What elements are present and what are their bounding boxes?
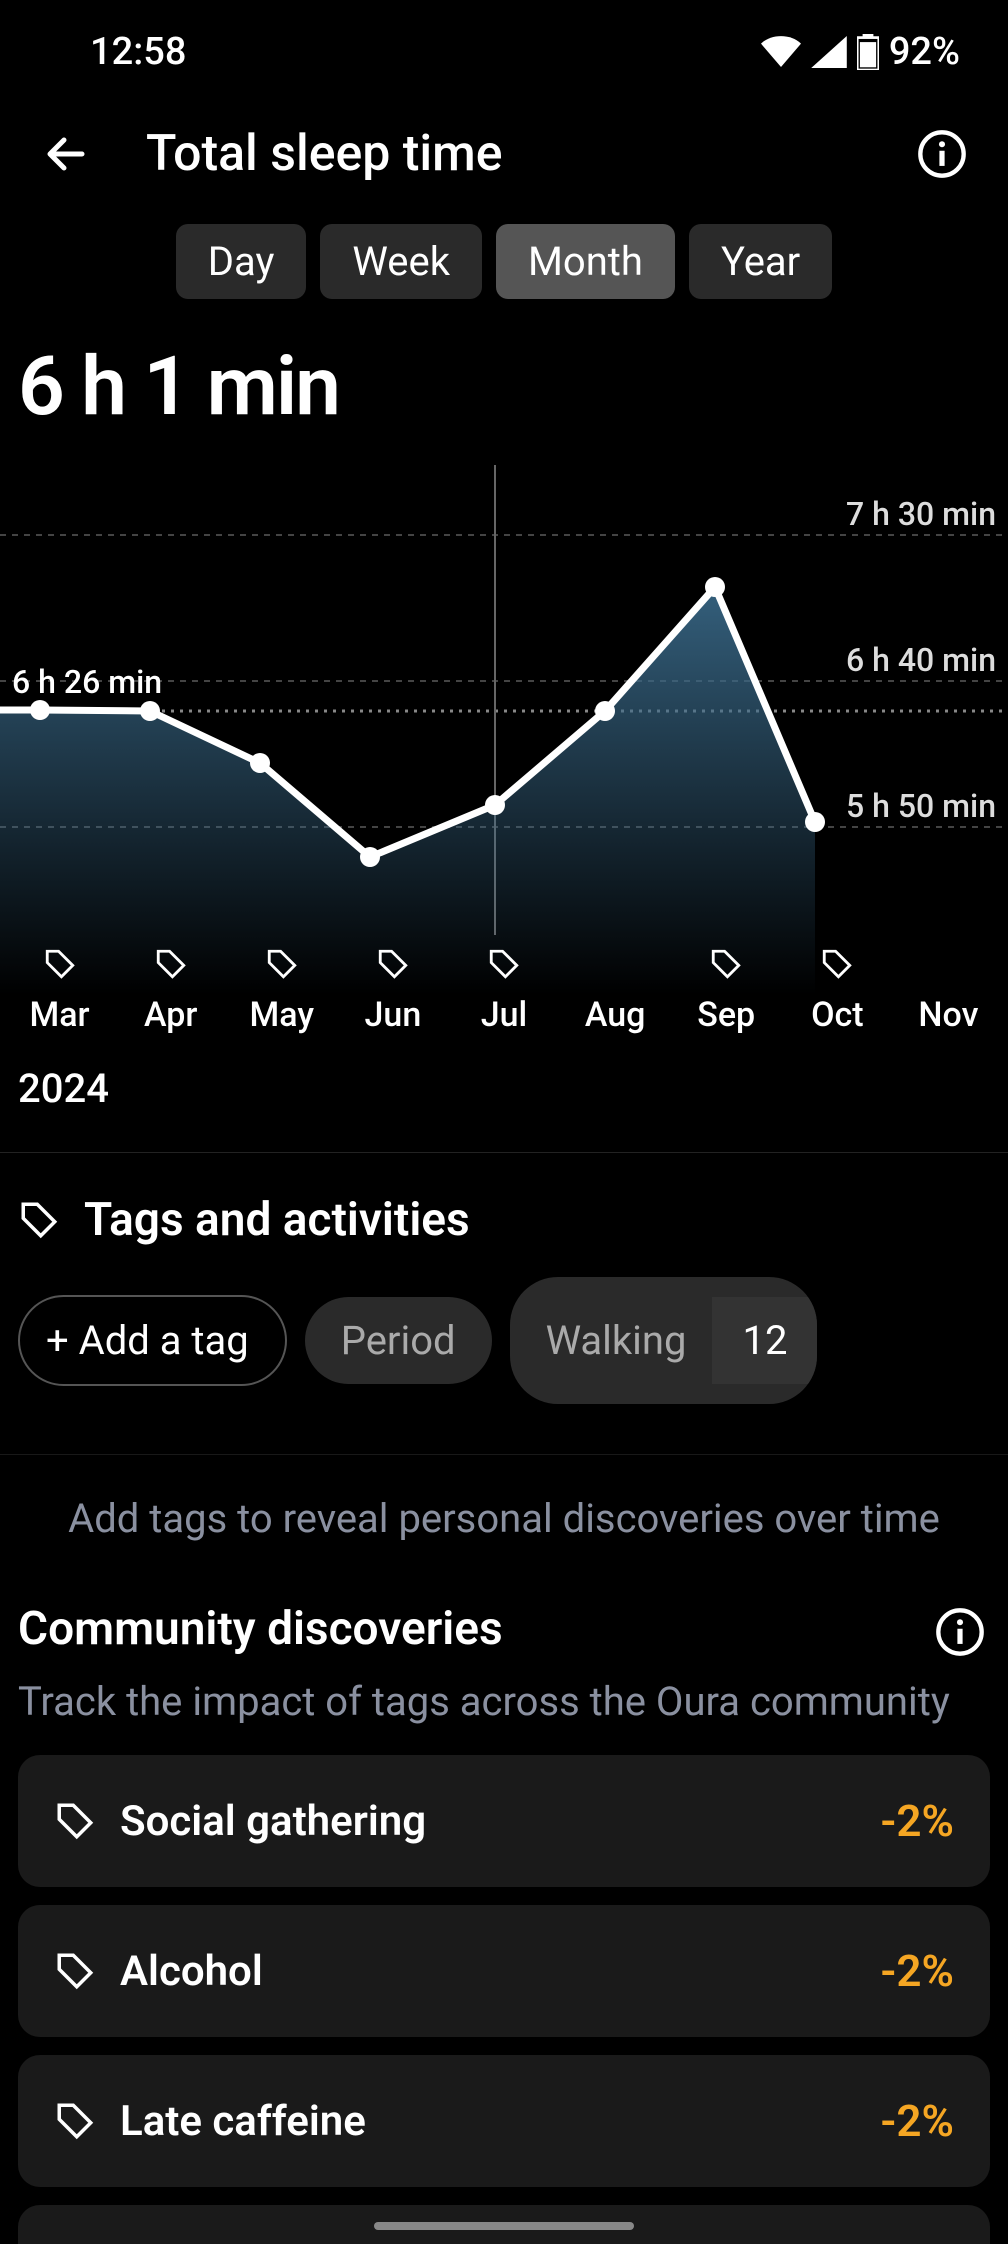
community-list: Social gathering -2% Alcohol -2% Late ca… <box>0 1755 1008 2244</box>
tag-icon <box>820 947 854 981</box>
community-item-label: Social gathering <box>120 1797 426 1846</box>
info-button[interactable] <box>912 124 972 184</box>
community-heading: Community discoveries <box>0 1602 1008 1672</box>
tag-chip-period[interactable]: Period <box>305 1297 492 1384</box>
info-icon <box>934 1606 986 1658</box>
chart-annotation: 6 h 26 min <box>12 663 162 701</box>
info-icon <box>916 128 968 180</box>
tags-heading-text: Tags and activities <box>84 1193 470 1247</box>
page-title: Total sleep time <box>146 125 862 183</box>
tag-icon <box>376 947 410 981</box>
tag-icon <box>43 947 77 981</box>
tag-icon <box>54 1800 96 1842</box>
status-bar: 12:58 92% <box>0 0 1008 84</box>
tag-chip-count: 12 <box>712 1297 817 1384</box>
tab-year[interactable]: Year <box>689 224 832 299</box>
year-label: 2024 <box>0 1045 1008 1152</box>
summary-value: 6 h 1 min <box>0 329 1008 465</box>
x-label: Sep <box>671 995 782 1035</box>
wifi-icon <box>761 36 801 68</box>
tab-week[interactable]: Week <box>320 224 482 299</box>
chart-svg <box>0 465 1008 995</box>
x-axis-labels: Mar Apr May Jun Jul Aug Sep Oct Nov <box>0 995 1008 1045</box>
tag-chip-label: Walking <box>546 1317 687 1364</box>
tag-icon <box>18 1199 60 1241</box>
community-item[interactable]: Alcohol -2% <box>18 1905 990 2037</box>
community-item-delta: -2% <box>880 1945 954 1997</box>
tag-icon <box>487 947 521 981</box>
battery-icon <box>857 34 879 70</box>
x-label: May <box>226 995 337 1035</box>
x-label: Oct <box>782 995 893 1035</box>
community-item-label: Late caffeine <box>120 2097 366 2146</box>
x-label: Aug <box>560 995 671 1035</box>
x-label: Mar <box>4 995 115 1035</box>
y-axis-label: 7 h 30 min <box>846 495 996 533</box>
tab-month[interactable]: Month <box>496 224 675 299</box>
y-axis-label: 5 h 50 min <box>846 787 996 825</box>
y-axis-label: 6 h 40 min <box>846 641 996 679</box>
arrow-left-icon <box>42 130 90 178</box>
tag-chip-walking[interactable]: Walking 12 <box>510 1277 818 1404</box>
tag-chip-row: + Add a tag Period Walking 12 <box>0 1277 1008 1454</box>
community-item-label: Alcohol <box>120 1947 263 1996</box>
community-subtitle: Track the impact of tags across the Oura… <box>0 1672 1008 1755</box>
tags-help-text: Add tags to reveal personal discoveries … <box>0 1454 1008 1602</box>
community-item[interactable]: Social gathering -2% <box>18 1755 990 1887</box>
tag-icon <box>154 947 188 981</box>
tab-day[interactable]: Day <box>176 224 307 299</box>
status-icons: 92% <box>761 30 960 74</box>
tag-icon <box>265 947 299 981</box>
community-item-delta: -2% <box>880 2095 954 2147</box>
status-time: 12:58 <box>90 30 186 74</box>
x-label: Nov <box>893 995 1004 1035</box>
x-label: Jul <box>448 995 559 1035</box>
x-label: Apr <box>115 995 226 1035</box>
add-tag-button[interactable]: + Add a tag <box>18 1295 287 1386</box>
community-title: Community discoveries <box>18 1602 930 1656</box>
tags-heading: Tags and activities <box>0 1153 1008 1277</box>
time-range-tabs: Day Week Month Year <box>0 204 1008 329</box>
tag-icon <box>709 947 743 981</box>
battery-percent: 92% <box>889 30 960 74</box>
tag-icon <box>54 1950 96 1992</box>
home-indicator[interactable] <box>374 2222 634 2230</box>
sleep-chart[interactable]: 7 h 30 min 6 h 40 min 5 h 50 min 6 h 26 … <box>0 465 1008 995</box>
community-info-button[interactable] <box>930 1602 990 1662</box>
community-item-delta: -2% <box>880 1795 954 1847</box>
tag-icon <box>54 2100 96 2142</box>
cell-signal-icon <box>811 36 847 68</box>
back-button[interactable] <box>36 124 96 184</box>
page-header: Total sleep time <box>0 84 1008 204</box>
community-item[interactable]: Late caffeine -2% <box>18 2055 990 2187</box>
x-label: Jun <box>337 995 448 1035</box>
